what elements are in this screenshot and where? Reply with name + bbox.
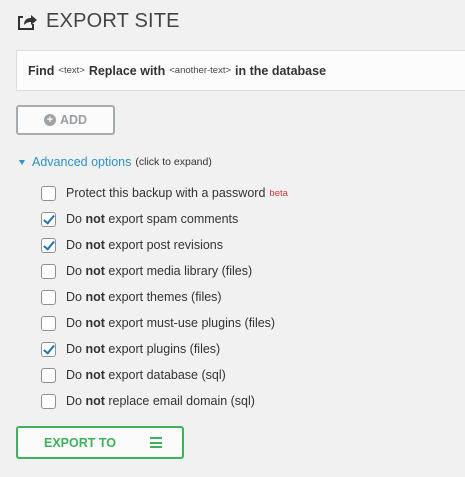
option-label: Do not export themes (files) [66, 290, 222, 304]
option-label: Protect this backup with a password [66, 186, 266, 200]
option-row[interactable]: Do not export themes (files) [41, 284, 288, 310]
advanced-options-list: Protect this backup with a password beta… [41, 180, 288, 414]
option-row[interactable]: Protect this backup with a password beta [41, 180, 288, 206]
replace-placeholder[interactable]: <another-text> [169, 65, 231, 76]
option-checkbox[interactable] [41, 237, 56, 253]
replace-suffix: in the database [235, 63, 327, 78]
option-checkbox[interactable] [41, 211, 56, 227]
find-label: Find [28, 63, 55, 78]
option-row[interactable]: Do not export spam comments [41, 206, 288, 232]
option-label: Do not export post revisions [66, 238, 223, 252]
advanced-options-link[interactable]: Advanced options [32, 155, 131, 169]
option-checkbox[interactable] [41, 341, 56, 357]
export-icon [16, 11, 38, 31]
export-to-label: EXPORT TO [44, 435, 117, 450]
page-header: EXPORT SITE [16, 8, 180, 34]
advanced-options-toggle[interactable]: Advanced options (click to expand) [19, 155, 212, 169]
option-row[interactable]: Do not replace email domain (sql) [41, 388, 288, 414]
export-to-button[interactable]: EXPORT TO [16, 426, 184, 459]
option-label: Do not export plugins (files) [66, 342, 221, 356]
option-checkbox[interactable] [41, 289, 56, 305]
beta-badge: beta [269, 187, 288, 199]
option-label: Do not export spam comments [66, 212, 239, 226]
find-replace-row[interactable]: Find <text> Replace with <another-text> … [16, 50, 465, 91]
page-title: EXPORT SITE [46, 9, 180, 32]
option-checkbox[interactable] [41, 315, 56, 331]
option-row[interactable]: Do not export must-use plugins (files) [41, 310, 288, 336]
option-checkbox[interactable] [41, 393, 56, 409]
option-row[interactable]: Do not export plugins (files) [41, 336, 288, 362]
add-button[interactable]: + ADD [16, 105, 115, 135]
replace-label: Replace with [88, 63, 166, 78]
option-label: Do not export must-use plugins (files) [66, 316, 276, 330]
option-checkbox[interactable] [41, 185, 56, 201]
option-label: Do not export database (sql) [66, 368, 226, 382]
plus-circle-icon: + [43, 114, 56, 126]
export-site-page: EXPORT SITE Find <text> Replace with <an… [0, 0, 465, 477]
option-row[interactable]: Do not export media library (files) [41, 258, 288, 284]
menu-icon [150, 437, 162, 448]
option-row[interactable]: Do not export database (sql) [41, 362, 288, 388]
option-label: Do not export media library (files) [66, 264, 253, 278]
option-row[interactable]: Do not export post revisions [41, 232, 288, 258]
option-checkbox[interactable] [41, 263, 56, 279]
option-checkbox[interactable] [41, 367, 56, 383]
add-button-label: ADD [59, 113, 88, 127]
advanced-options-hint: (click to expand) [135, 156, 212, 168]
caret-down-icon [19, 159, 25, 165]
option-label: Do not replace email domain (sql) [66, 394, 255, 408]
find-placeholder[interactable]: <text> [58, 65, 84, 76]
